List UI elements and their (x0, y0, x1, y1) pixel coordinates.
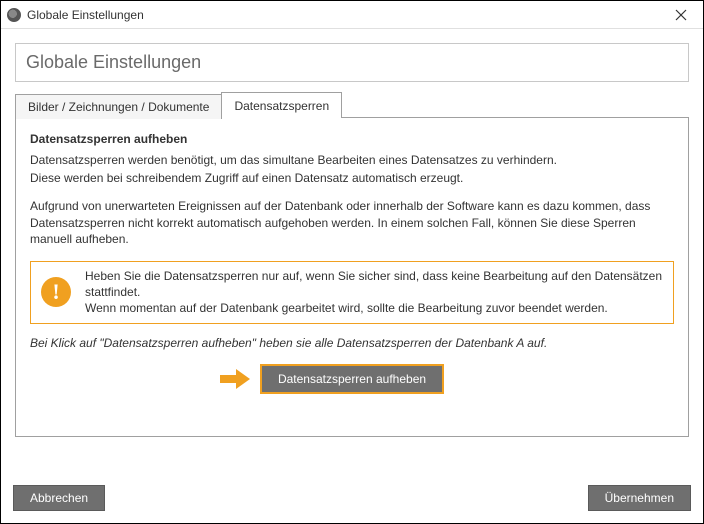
tab-panel: Datensatzsperren aufheben Datensatzsperr… (15, 117, 689, 437)
unlock-records-button[interactable]: Datensatzsperren aufheben (260, 364, 444, 394)
page-header: Globale Einstellungen (15, 43, 689, 82)
tab-bilder[interactable]: Bilder / Zeichnungen / Dokumente (15, 94, 222, 119)
warning-line: Wenn momentan auf der Datenbank gearbeit… (85, 300, 663, 316)
action-row: Datensatzsperren aufheben (30, 364, 674, 394)
dialog-footer: Abbrechen Übernehmen (13, 485, 691, 511)
cancel-button[interactable]: Abbrechen (13, 485, 105, 511)
window-title: Globale Einstellungen (27, 8, 667, 22)
instruction-text: Bei Klick auf "Datensatzsperren aufheben… (30, 336, 674, 350)
titlebar: Globale Einstellungen (1, 1, 703, 29)
section-heading: Datensatzsperren aufheben (30, 132, 674, 146)
close-icon (675, 9, 687, 21)
warning-text: Heben Sie die Datensatzsperren nur auf, … (85, 268, 663, 317)
tabstrip: Bilder / Zeichnungen / Dokumente Datensa… (15, 92, 689, 118)
section-text: Diese werden bei schreibendem Zugriff au… (30, 170, 674, 186)
page-title: Globale Einstellungen (26, 52, 678, 73)
apply-button[interactable]: Übernehmen (588, 485, 691, 511)
tab-label: Bilder / Zeichnungen / Dokumente (28, 100, 209, 114)
close-button[interactable] (667, 1, 695, 29)
warning-icon: ! (41, 277, 71, 307)
warning-box: ! Heben Sie die Datensatzsperren nur auf… (30, 261, 674, 324)
tab-label: Datensatzsperren (234, 99, 329, 113)
tab-datensatzsperren[interactable]: Datensatzsperren (221, 92, 342, 118)
app-icon (7, 8, 21, 22)
arrow-icon (220, 369, 250, 389)
content: Globale Einstellungen Bilder / Zeichnung… (1, 29, 703, 523)
section-text: Datensatzsperren werden benötigt, um das… (30, 152, 674, 168)
section-text: Aufgrund von unerwarteten Ereignissen au… (30, 198, 674, 247)
warning-line: Heben Sie die Datensatzsperren nur auf, … (85, 268, 663, 300)
